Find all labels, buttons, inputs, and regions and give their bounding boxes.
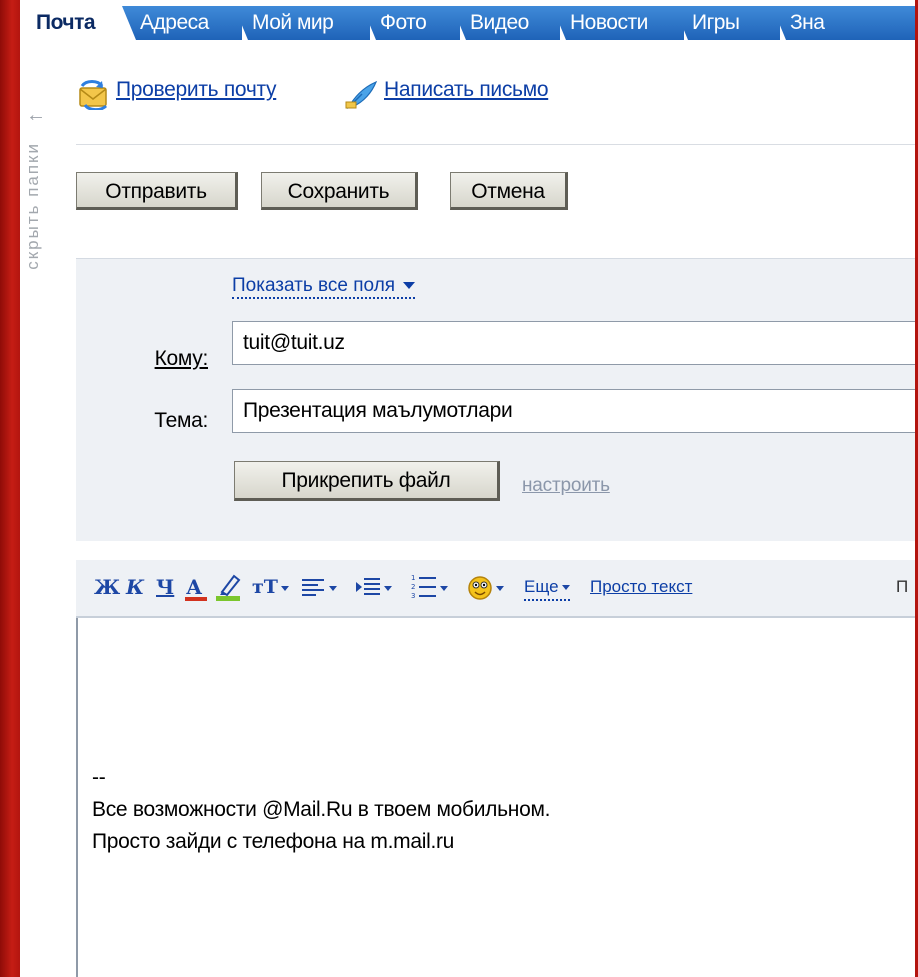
font-size-button[interactable]: тT [252, 570, 289, 604]
more-formatting-menu[interactable]: Еще [524, 575, 570, 601]
show-all-fields-link[interactable]: Показать все поля [232, 275, 416, 299]
to-field[interactable]: tuit@tuit.uz [232, 321, 915, 365]
tab-addresses[interactable]: Адреса [122, 6, 242, 40]
hide-folders-label: скрыть папки [23, 142, 42, 270]
tab-news[interactable]: Новости [552, 6, 684, 40]
svg-text:3: 3 [411, 592, 415, 600]
feather-pen-icon[interactable] [344, 80, 380, 110]
italic-button[interactable]: К [126, 570, 144, 604]
refresh-mail-icon[interactable] [76, 80, 112, 112]
cancel-button[interactable]: Отмена [450, 172, 568, 210]
font-color-swatch [185, 597, 207, 601]
divider [76, 144, 915, 145]
tab-mail[interactable]: Почта [20, 6, 104, 40]
mail-compose-page: Почта Адреса Мой мир Фото Видео Новости … [20, 0, 915, 977]
bold-button[interactable]: Ж [94, 570, 120, 604]
tab-my-world[interactable]: Мой мир [234, 6, 370, 40]
chevron-down-icon [280, 585, 289, 591]
tab-games[interactable]: Игры [674, 6, 780, 40]
signature-separator: -- [92, 766, 106, 789]
svg-text:1: 1 [411, 574, 415, 582]
numbered-list-icon[interactable]: 123 [410, 570, 450, 604]
configure-link[interactable]: настроить [522, 475, 610, 497]
align-left-icon[interactable] [300, 570, 340, 604]
highlighter-icon[interactable] [214, 570, 242, 604]
message-header-panel: Показать все поля Кому: tuit@tuit.uz Тем… [76, 258, 915, 541]
tab-photo[interactable]: Фото [362, 6, 460, 40]
svg-text:2: 2 [411, 583, 415, 591]
font-color-label: А [186, 575, 203, 599]
hide-folders-toggle[interactable]: ← скрыть папки [20, 104, 56, 364]
formatting-toolbar: Ж К Ч А тT 1 2 3 Еще Просто текст П [76, 560, 915, 618]
to-label[interactable]: Кому: [118, 347, 209, 371]
check-mail-link[interactable]: Проверить почту [116, 78, 277, 102]
save-button[interactable]: Сохранить [261, 172, 418, 210]
message-body-editor[interactable]: -- Все возможности @Mail.Ru в твоем моби… [76, 618, 915, 977]
signature-line-1: Все возможности @Mail.Ru в твоем мобильн… [92, 798, 551, 821]
tab-knowledge[interactable]: Зна [772, 6, 915, 40]
arrow-left-icon: ← [26, 104, 46, 126]
chevron-down-icon [403, 282, 416, 290]
send-button[interactable]: Отправить [76, 172, 238, 210]
subject-label: Тема: [154, 409, 208, 432]
font-size-label: тT [252, 576, 278, 598]
service-tabs: Почта Адреса Мой мир Фото Видео Новости … [20, 0, 915, 43]
compose-link[interactable]: Написать письмо [384, 78, 549, 102]
underline-button[interactable]: Ч [156, 570, 174, 604]
attach-file-button[interactable]: Прикрепить файл [234, 461, 500, 501]
smiley-icon[interactable] [466, 570, 506, 604]
chevron-down-icon [561, 585, 570, 591]
toolbar-cut-label[interactable]: П [896, 570, 908, 604]
plain-text-link[interactable]: Просто текст [590, 570, 692, 604]
show-all-fields-label: Показать все поля [232, 275, 396, 296]
tab-video[interactable]: Видео [452, 6, 560, 40]
more-label: Еще [524, 577, 559, 596]
indent-icon[interactable] [354, 570, 394, 604]
font-color-button[interactable]: А [185, 570, 207, 604]
left-window-frame [0, 0, 20, 977]
subject-field[interactable]: Презентация маълумотлари [232, 389, 915, 433]
signature-line-2: Просто зайди с телефона на m.mail.ru [92, 830, 455, 853]
